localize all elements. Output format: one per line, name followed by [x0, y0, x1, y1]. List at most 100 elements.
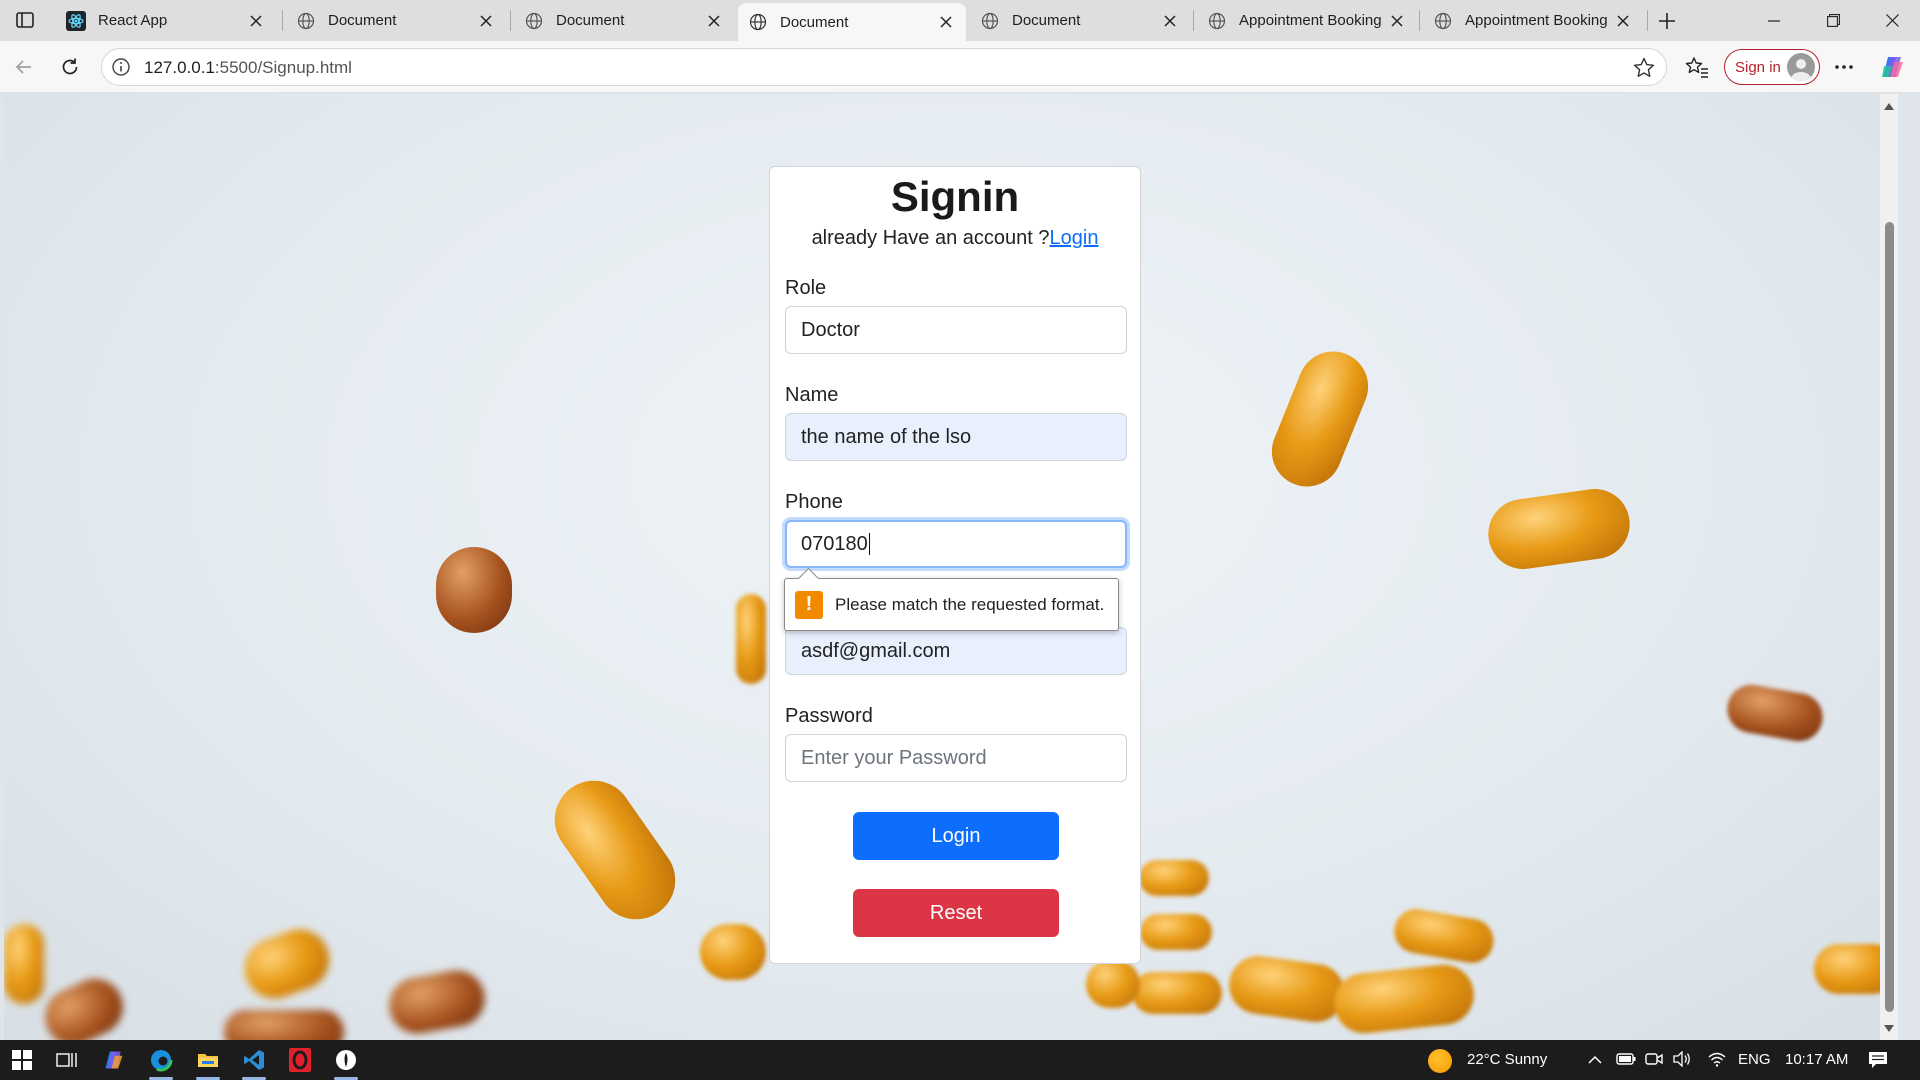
- validation-message: Please match the requested format.: [835, 594, 1105, 614]
- meet-now-icon[interactable]: [1645, 1051, 1663, 1072]
- background-capsule: [1225, 952, 1349, 1026]
- file-explorer-icon[interactable]: [186, 1040, 230, 1080]
- copilot-app-icon[interactable]: [92, 1040, 136, 1080]
- more-options-icon[interactable]: [1828, 51, 1860, 83]
- phone-value: 070180: [801, 532, 868, 555]
- background-capsule: [1139, 860, 1209, 896]
- tab-strip: React App Document Document Document Doc…: [0, 0, 1920, 41]
- input-language[interactable]: ENG: [1738, 1051, 1771, 1068]
- background-capsule: [224, 1010, 344, 1040]
- copilot-icon[interactable]: [1877, 51, 1909, 83]
- volume-icon[interactable]: [1673, 1050, 1691, 1072]
- clock-time[interactable]: 10:17 AM: [1785, 1051, 1848, 1068]
- site-info-icon[interactable]: [111, 57, 131, 77]
- phone-input[interactable]: 070180: [785, 520, 1127, 568]
- weather-sun-icon[interactable]: [1428, 1049, 1452, 1073]
- text-caret: [868, 533, 870, 555]
- globe-icon: [1433, 11, 1453, 31]
- background-capsule: [436, 547, 512, 633]
- close-tab-icon[interactable]: [704, 11, 724, 31]
- reset-button[interactable]: Reset: [853, 889, 1059, 937]
- close-tab-icon[interactable]: [1387, 11, 1407, 31]
- globe-icon: [980, 11, 1000, 31]
- background-capsule: [539, 765, 691, 935]
- password-input[interactable]: Enter your Password: [785, 734, 1127, 782]
- close-tab-icon[interactable]: [476, 11, 496, 31]
- background-capsule: [35, 969, 133, 1040]
- scroll-thumb[interactable]: [1885, 222, 1894, 1012]
- edge-browser-icon[interactable]: [139, 1040, 183, 1080]
- tab-appointment-booking-2[interactable]: Appointment Booking: [1423, 4, 1643, 37]
- tab-document-3[interactable]: Document: [970, 4, 1190, 37]
- scroll-up-icon[interactable]: [1883, 100, 1895, 112]
- scroll-down-icon[interactable]: [1883, 1022, 1895, 1034]
- close-window-button[interactable]: [1864, 0, 1920, 41]
- page-viewport: Signin already Have an account ?Login Ro…: [4, 94, 1898, 1040]
- avatar: [1787, 53, 1815, 81]
- phone-label: Phone: [785, 491, 843, 513]
- globe-icon: [296, 11, 316, 31]
- app-icon[interactable]: [324, 1040, 368, 1080]
- tab-title: Document: [328, 12, 397, 29]
- close-tab-icon[interactable]: [1613, 11, 1633, 31]
- favorites-icon[interactable]: [1681, 51, 1713, 83]
- task-view-icon[interactable]: [45, 1040, 89, 1080]
- validation-tooltip: ! Please match the requested format.: [784, 578, 1119, 631]
- tab-document-2[interactable]: Document: [514, 4, 734, 37]
- url-path: :5500/Signup.html: [214, 58, 352, 77]
- notifications-icon[interactable]: [1868, 1050, 1888, 1075]
- tab-document-active[interactable]: Document: [738, 3, 966, 41]
- tab-title: React App: [98, 12, 168, 29]
- background-capsule: [1086, 960, 1140, 1008]
- background-capsule: [1140, 914, 1212, 950]
- address-bar[interactable]: 127.0.0.1:5500/Signup.html: [101, 48, 1667, 86]
- profile-signin-button[interactable]: Sign in: [1724, 49, 1820, 85]
- tab-title: Document: [556, 12, 625, 29]
- tab-title: Appointment Booking: [1239, 12, 1382, 29]
- close-tab-icon[interactable]: [246, 11, 266, 31]
- tab-appointment-booking-1[interactable]: Appointment Booking: [1197, 4, 1417, 37]
- weather-text[interactable]: 22°C Sunny: [1467, 1051, 1547, 1068]
- restore-button[interactable]: [1805, 0, 1861, 41]
- name-label: Name: [785, 384, 839, 406]
- globe-icon: [1207, 11, 1227, 31]
- login-prompt-text: already Have an account ?: [811, 227, 1050, 249]
- background-capsule: [4, 924, 44, 1004]
- name-input[interactable]: the name of the lso: [785, 413, 1127, 461]
- new-tab-button[interactable]: [1653, 7, 1681, 35]
- warning-icon: !: [795, 590, 823, 619]
- page-title: Signin: [890, 173, 1020, 220]
- refresh-button[interactable]: [54, 51, 86, 83]
- tab-actions-menu-icon[interactable]: [10, 8, 40, 32]
- browser-toolbar: 127.0.0.1:5500/Signup.html Sign in: [0, 41, 1920, 93]
- wifi-icon[interactable]: [1707, 1051, 1727, 1072]
- globe-icon: [524, 11, 544, 31]
- minimize-button[interactable]: [1746, 0, 1802, 41]
- tab-react-app[interactable]: React App: [56, 4, 276, 37]
- react-icon: [66, 10, 86, 31]
- back-button[interactable]: [8, 51, 40, 83]
- globe-icon: [748, 12, 768, 32]
- password-label: Password: [785, 705, 873, 727]
- battery-icon[interactable]: [1616, 1052, 1636, 1071]
- background-capsule: [1331, 961, 1477, 1037]
- email-input[interactable]: asdf@gmail.com: [785, 627, 1127, 675]
- background-capsule: [1132, 972, 1222, 1014]
- signin-label: Sign in: [1735, 58, 1781, 76]
- page-scrollbar[interactable]: [1880, 94, 1898, 1040]
- close-tab-icon[interactable]: [936, 12, 956, 32]
- close-tab-icon[interactable]: [1160, 11, 1180, 31]
- start-button[interactable]: [0, 1040, 44, 1080]
- favorite-star-icon[interactable]: [1632, 56, 1656, 80]
- signup-form-card: Signin already Have an account ?Login Ro…: [769, 166, 1141, 964]
- vscode-icon[interactable]: [232, 1040, 276, 1080]
- opera-icon[interactable]: [278, 1040, 322, 1080]
- login-link[interactable]: Login: [1050, 227, 1099, 249]
- show-hidden-icons-chevron-icon[interactable]: [1588, 1052, 1602, 1070]
- role-input[interactable]: Doctor: [785, 306, 1127, 354]
- tab-title: Appointment Booking: [1465, 12, 1608, 29]
- url-host: 127.0.0.1: [144, 58, 215, 77]
- login-button[interactable]: Login: [853, 812, 1059, 860]
- background-capsule: [1723, 681, 1827, 745]
- tab-document-1[interactable]: Document: [286, 4, 506, 37]
